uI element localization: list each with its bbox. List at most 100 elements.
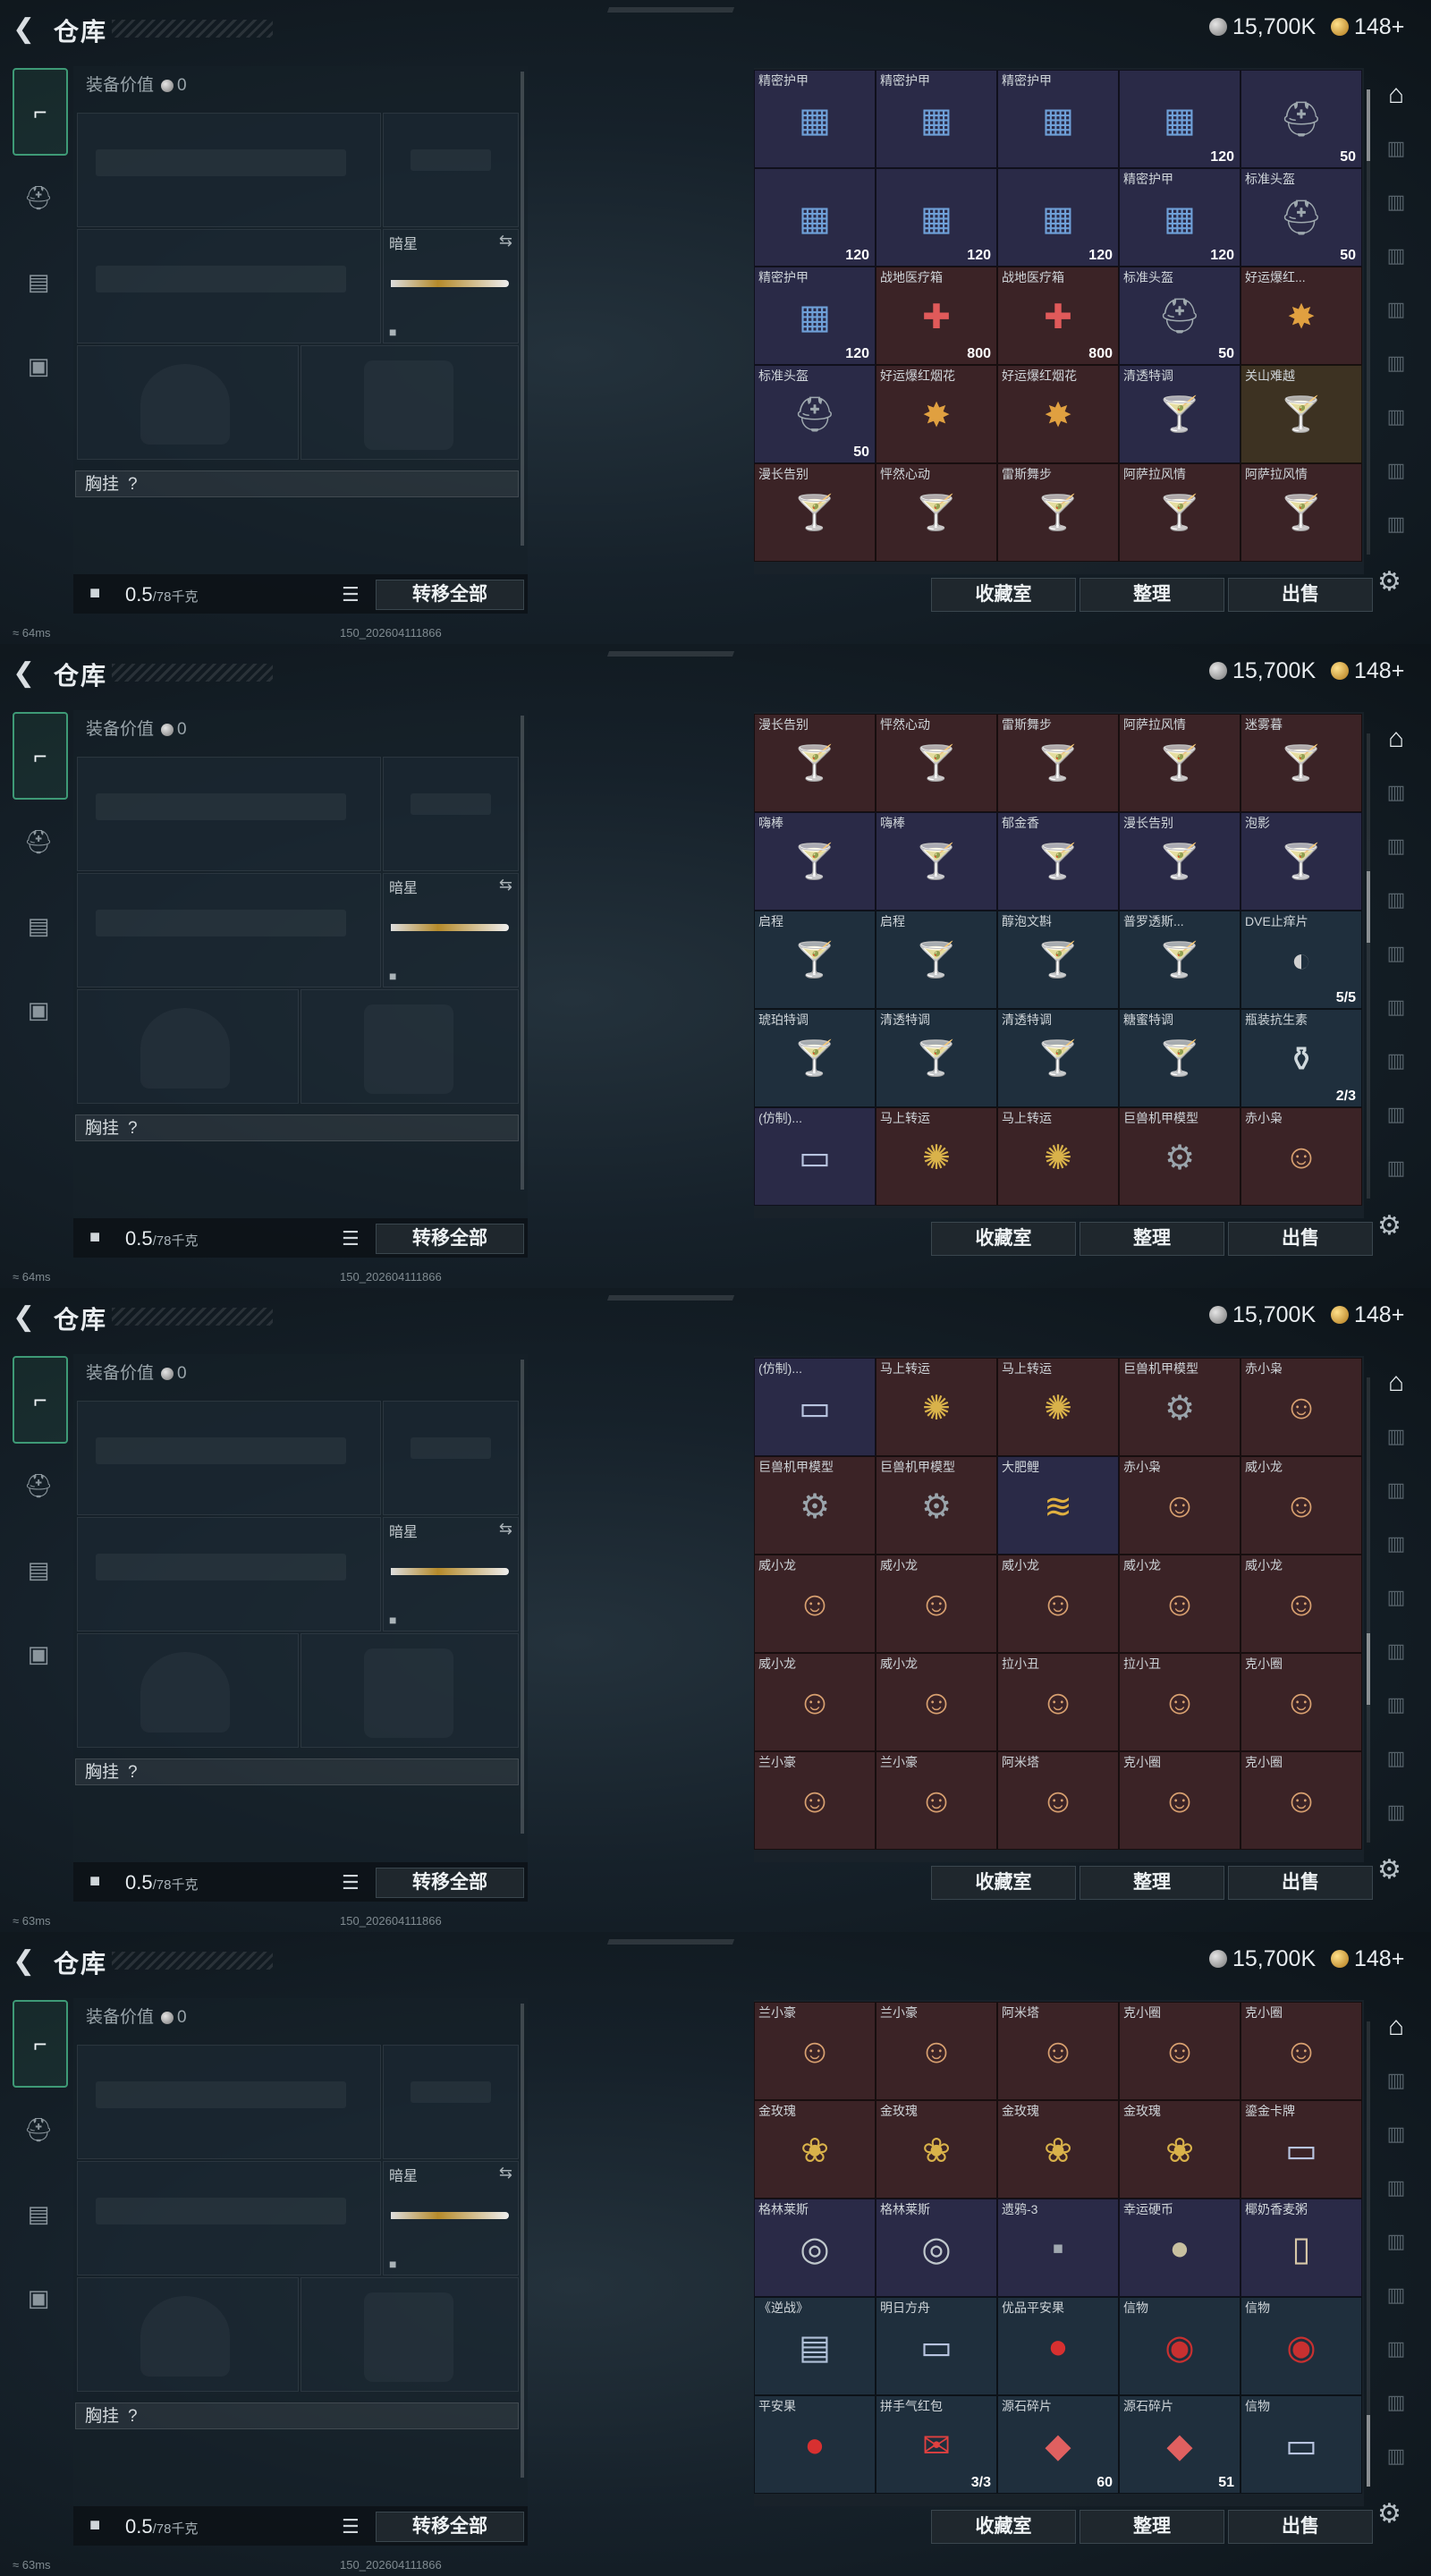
storage-item[interactable]: ⛑ 50 <box>1240 70 1362 168</box>
chest-rig-slot[interactable]: 胸挂? <box>75 470 519 497</box>
storage-page-icon[interactable]: ▥ <box>1372 175 1420 229</box>
collection-room-button[interactable]: 收藏室 <box>931 578 1076 612</box>
storage-item[interactable]: 郁金香 🍸 <box>997 812 1119 911</box>
sort-button[interactable]: 整理 <box>1080 1222 1224 1256</box>
swap-icon[interactable]: ⇆ <box>499 232 512 250</box>
storage-item[interactable]: 瓶装抗生素 ⚱ 2/3 <box>1240 1009 1362 1107</box>
equipment-scrollbar[interactable] <box>521 1360 524 1834</box>
tab-helmet[interactable]: ⛑ <box>13 2088 64 2172</box>
storage-item[interactable]: 大肥鲤 ≋ <box>997 1456 1119 1555</box>
storage-item[interactable]: 醇泡文斟 🍸 <box>997 911 1119 1009</box>
help-icon[interactable]: ? <box>128 475 138 494</box>
tab-pistol[interactable]: ⌐ <box>13 68 68 156</box>
storage-item[interactable]: 源石碎片 ◆ 51 <box>1119 2395 1240 2494</box>
storage-item[interactable]: ▦ 120 <box>876 168 997 267</box>
storage-item[interactable]: 兰小豪 ☺ <box>876 1751 997 1850</box>
storage-item[interactable]: 克小圈 ☺ <box>1240 1653 1362 1751</box>
storage-item[interactable]: 马上转运 ✺ <box>876 1107 997 1206</box>
equipment-scrollbar[interactable] <box>521 716 524 1190</box>
transfer-all-button[interactable]: 转移全部 <box>376 580 524 610</box>
storage-item[interactable]: 信物 ◉ <box>1119 2297 1240 2395</box>
storage-item[interactable]: 赤小枭 ☺ <box>1240 1358 1362 1456</box>
melee-slot[interactable]: 暗星 ⇆ ■ <box>383 1517 519 1631</box>
collection-room-button[interactable]: 收藏室 <box>931 1222 1076 1256</box>
storage-item[interactable]: 威小龙 ☺ <box>1240 1555 1362 1653</box>
grid-scroll-thumb[interactable] <box>1367 2415 1370 2487</box>
primary-weapon-slot[interactable] <box>77 2045 381 2159</box>
storage-item[interactable]: 清透特调 🍸 <box>876 1009 997 1107</box>
sort-button[interactable]: 整理 <box>1080 578 1224 612</box>
storage-item[interactable]: 拼手气红包 ✉ 3/3 <box>876 2395 997 2494</box>
chest-rig-slot[interactable]: 胸挂? <box>75 1758 519 1785</box>
primary-weapon-slot[interactable] <box>77 757 381 871</box>
storage-page-icon[interactable]: ▥ <box>1372 2054 1420 2107</box>
storage-item[interactable]: 威小龙 ☺ <box>997 1555 1119 1653</box>
help-icon[interactable]: ? <box>128 1763 138 1782</box>
storage-item[interactable]: 威小龙 ☺ <box>754 1555 876 1653</box>
storage-item[interactable]: 威小龙 ☺ <box>1119 1555 1240 1653</box>
storage-item[interactable]: 战地医疗箱 ✚ 800 <box>876 267 997 365</box>
storage-item[interactable]: 精密护甲 ▦ <box>876 70 997 168</box>
helmet-slot[interactable] <box>77 2277 299 2392</box>
tab-vest[interactable]: ▤ <box>13 884 64 968</box>
storage-page-icon[interactable]: ▥ <box>1372 1571 1420 1624</box>
chest-rig-slot[interactable]: 胸挂? <box>75 1114 519 1141</box>
storage-item[interactable]: 优品平安果 ● <box>997 2297 1119 2395</box>
storage-item[interactable]: DVE止痒片 ◐ 5/5 <box>1240 911 1362 1009</box>
silver-currency[interactable]: 15,700K <box>1209 1302 1316 1328</box>
storage-item[interactable]: 威小龙 ☺ <box>876 1653 997 1751</box>
storage-item[interactable]: 精密护甲 ▦ 120 <box>754 267 876 365</box>
storage-item[interactable]: 雷斯舞步 🍸 <box>997 714 1119 812</box>
storage-item[interactable]: 启程 🍸 <box>876 911 997 1009</box>
storage-item[interactable]: 马上转运 ✺ <box>997 1358 1119 1456</box>
storage-item[interactable]: 清透特调 🍸 <box>997 1009 1119 1107</box>
helmet-slot[interactable] <box>77 989 299 1104</box>
storage-page-icon[interactable]: ▥ <box>1372 2376 1420 2429</box>
storage-item[interactable]: 鎏金卡牌 ▭ <box>1240 2100 1362 2199</box>
grid-scroll-thumb[interactable] <box>1367 1633 1370 1705</box>
storage-item[interactable]: 信物 ◉ <box>1240 2297 1362 2395</box>
storage-item[interactable]: 信物 ▭ <box>1240 2395 1362 2494</box>
gold-currency[interactable]: 148+ <box>1331 14 1404 40</box>
storage-page-icon[interactable]: ▥ <box>1372 1088 1420 1141</box>
storage-item[interactable]: 嗨棒 🍸 <box>876 812 997 911</box>
storage-item[interactable]: 源石碎片 ◆ 60 <box>997 2395 1119 2494</box>
secondary-weapon-slot[interactable] <box>77 229 381 343</box>
silver-currency[interactable]: 15,700K <box>1209 658 1316 684</box>
storage-item[interactable]: 漫长告别 🍸 <box>1119 812 1240 911</box>
gold-currency[interactable]: 148+ <box>1331 1946 1404 1972</box>
melee-slot[interactable]: 暗星 ⇆ ■ <box>383 873 519 987</box>
storage-item[interactable]: 阿米塔 ☺ <box>997 1751 1119 1850</box>
pistol-slot[interactable] <box>383 2045 519 2159</box>
help-icon[interactable]: ? <box>128 1119 138 1138</box>
swap-icon[interactable]: ⇆ <box>499 876 512 894</box>
silver-currency[interactable]: 15,700K <box>1209 1946 1316 1972</box>
armor-slot[interactable] <box>301 1633 519 1748</box>
storage-item[interactable]: 巨兽机甲模型 ⚙ <box>876 1456 997 1555</box>
gear-icon[interactable]: ⚙ <box>1377 1210 1401 1241</box>
storage-page-icon[interactable]: ▥ <box>1372 1517 1420 1571</box>
tab-vest[interactable]: ▤ <box>13 2172 64 2256</box>
storage-item[interactable]: 泡影 🍸 <box>1240 812 1362 911</box>
storage-page-icon[interactable]: ▥ <box>1372 2268 1420 2322</box>
storage-item[interactable]: 阿米塔 ☺ <box>997 2002 1119 2100</box>
storage-home-icon[interactable]: ⌂ <box>1372 68 1420 122</box>
sell-button[interactable]: 出售 <box>1228 578 1373 612</box>
tab-helmet[interactable]: ⛑ <box>13 156 64 240</box>
storage-item[interactable]: 遗鸦-3 ▪ <box>997 2199 1119 2297</box>
storage-item[interactable]: 阿萨拉风情 🍸 <box>1119 714 1240 812</box>
storage-item[interactable]: 怦然心动 🍸 <box>876 463 997 562</box>
storage-page-icon[interactable]: ▥ <box>1372 444 1420 497</box>
tab-pistol[interactable]: ⌐ <box>13 712 68 800</box>
sort-button[interactable]: 整理 <box>1080 1866 1224 1900</box>
storage-item[interactable]: 关山难越 🍸 <box>1240 365 1362 463</box>
tab-pistol[interactable]: ⌐ <box>13 1356 68 1444</box>
storage-item[interactable]: 巨兽机甲模型 ⚙ <box>1119 1107 1240 1206</box>
storage-item[interactable]: ▦ 120 <box>997 168 1119 267</box>
pistol-slot[interactable] <box>383 1401 519 1515</box>
storage-page-icon[interactable]: ▥ <box>1372 283 1420 336</box>
gear-icon[interactable]: ⚙ <box>1377 1854 1401 1885</box>
storage-item[interactable]: 糖蜜特调 🍸 <box>1119 1009 1240 1107</box>
storage-item[interactable]: 格林莱斯 ◎ <box>754 2199 876 2297</box>
storage-item[interactable]: 嗨棒 🍸 <box>754 812 876 911</box>
